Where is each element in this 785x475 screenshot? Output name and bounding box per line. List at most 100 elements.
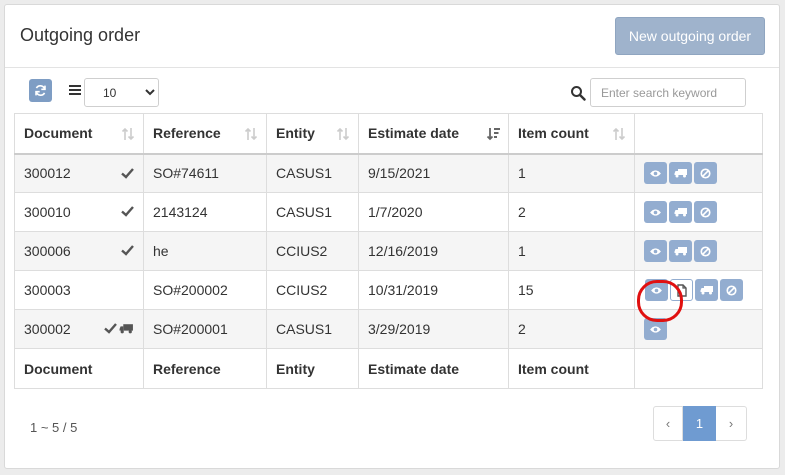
actions-cell [634,153,763,193]
document-number: 300003 [24,282,71,298]
refresh-button[interactable] [29,79,52,102]
sort-descending-icon [486,128,500,141]
entity-cell: CCIUS2 [266,270,359,310]
view-button[interactable] [644,162,667,185]
check-icon [104,323,117,334]
pagination-info: 1 ~ 5 / 5 [30,420,78,435]
ban-icon [700,206,711,218]
column-header-reference[interactable]: Reference [143,113,267,154]
table-footer-row: Document Reference Entity Estimate date … [14,348,763,389]
search-icon [571,86,586,101]
footer-label-entity: Entity [266,348,359,389]
pagination: ‹ 1 › [653,406,747,441]
check-icon [121,167,134,179]
reference-cell: SO#200002 [143,270,267,310]
document-number: 300012 [24,165,71,182]
actions-cell [634,309,763,349]
reference-cell: he [143,231,267,271]
column-label: Estimate date [368,125,460,142]
column-label: Document [24,125,93,142]
card-header: Outgoing order New outgoing order [5,5,779,68]
table-row[interactable]: 300012 SO#74611 CASUS1 9/15/2021 1 [14,153,763,193]
document-button[interactable] [670,279,693,301]
sort-icon [121,127,135,141]
item-count-cell: 2 [508,192,635,232]
next-page-button[interactable]: › [716,406,747,441]
page-size-select[interactable]: 10 [84,78,159,107]
ship-button[interactable] [669,201,692,223]
cancel-button[interactable] [694,240,717,262]
ship-button[interactable] [669,240,692,262]
document-cell: 300010 [14,192,144,232]
reference-cell: 2143124 [143,192,267,232]
entity-cell: CASUS1 [266,309,359,349]
column-header-item-count[interactable]: Item count [508,113,635,154]
truck-icon [119,323,133,333]
cancel-button[interactable] [694,162,717,185]
ship-button[interactable] [669,162,692,185]
table-row[interactable]: 300010 2143124 CASUS1 1/7/2020 2 [14,192,763,232]
footer-label-document: Document [14,348,144,389]
reference-cell: SO#74611 [143,153,267,193]
column-header-actions [634,113,763,154]
item-count-cell: 1 [508,231,635,271]
orders-table: Document Reference Entity Estimate date … [14,113,763,389]
entity-cell: CASUS1 [266,192,359,232]
document-number: 300002 [24,321,71,337]
check-icon [121,206,134,217]
refresh-icon [35,85,46,96]
column-header-estimate-date[interactable]: Estimate date [358,113,509,154]
previous-page-button[interactable]: ‹ [653,406,683,441]
footer-label-estimate-date: Estimate date [358,348,509,389]
cancel-button[interactable] [720,279,743,301]
footer-label-reference: Reference [143,348,267,389]
list-icon [69,85,81,95]
document-cell: 300003 [14,270,144,310]
view-button[interactable] [644,201,667,223]
search-input[interactable] [590,78,746,107]
truck-icon [674,247,687,256]
truck-icon [700,286,713,295]
column-label: Reference [153,125,221,142]
estimate-date-cell: 10/31/2019 [358,270,509,310]
actions-cell [634,270,763,310]
ban-icon [726,284,737,296]
entity-cell: CCIUS2 [266,231,359,271]
eye-icon [651,286,662,294]
eye-icon [650,170,661,177]
estimate-date-cell: 3/29/2019 [358,309,509,349]
sort-icon [612,127,626,141]
sort-icon [336,127,350,141]
actions-cell [634,231,763,271]
view-button[interactable] [644,240,667,262]
ban-icon [700,245,711,257]
column-header-document[interactable]: Document [14,113,144,154]
footer-label-item-count: Item count [508,348,635,389]
document-cell: 300002 [14,309,144,349]
sort-icon [244,127,258,141]
table-row[interactable]: 300006 he CCIUS2 12/16/2019 1 [14,231,763,271]
eye-icon [650,247,661,255]
column-label: Item count [518,125,589,142]
ship-button[interactable] [695,279,718,301]
table-row[interactable]: 300002 SO#200001 CASUS1 3/29/2019 2 [14,309,763,349]
column-header-entity[interactable]: Entity [266,113,359,154]
cancel-button[interactable] [694,201,717,223]
view-button[interactable] [645,279,668,301]
truck-icon [674,208,687,217]
file-icon [676,283,687,297]
page-1-button[interactable]: 1 [683,406,716,441]
estimate-date-cell: 9/15/2021 [358,153,509,193]
footer-label-actions [634,348,763,389]
eye-icon [650,208,661,216]
new-outgoing-order-button[interactable]: New outgoing order [615,17,765,55]
entity-cell: CASUS1 [266,153,359,193]
table-header-row: Document Reference Entity Estimate date … [14,113,763,154]
item-count-cell: 1 [508,153,635,193]
view-button[interactable] [644,318,667,340]
table-row[interactable]: 300003 SO#200002 CCIUS2 10/31/2019 15 [14,270,763,310]
item-count-cell: 15 [508,270,635,310]
document-cell: 300006 [14,231,144,271]
page-title: Outgoing order [20,25,141,45]
eye-icon [650,325,661,333]
